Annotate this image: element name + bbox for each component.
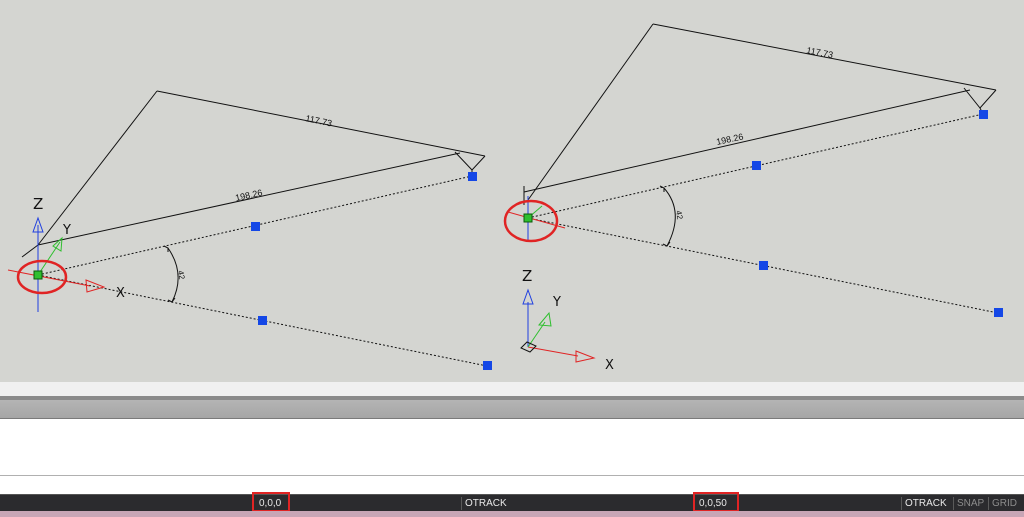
right-arc-arrow-bottom xyxy=(662,241,671,247)
left-extension-line xyxy=(21,244,39,258)
right-grip-end-upper[interactable] xyxy=(979,110,988,119)
right-dim-short-text: 117.73 xyxy=(806,45,834,60)
left-grip-end-lower[interactable] xyxy=(483,361,492,370)
left-y-axis-line xyxy=(37,241,61,276)
left-edge-line[interactable] xyxy=(37,90,158,246)
drawing-viewport[interactable]: 198.26 117.73 42 Z Y X 198.26 117.73 42 … xyxy=(0,0,1024,382)
right-z-arrow-icon xyxy=(522,288,534,305)
right-grip-end-lower[interactable] xyxy=(994,308,1003,317)
left-arc-arrow-top xyxy=(163,245,169,252)
snap-toggle[interactable]: SNAP xyxy=(957,495,984,512)
right-x-label: X xyxy=(605,358,614,373)
left-z-label: Z xyxy=(33,195,43,213)
drawing-canvas[interactable]: 198.26 117.73 42 Z Y X 198.26 117.73 42 … xyxy=(0,0,1024,382)
left-grip-mid-lower[interactable] xyxy=(258,316,267,325)
right-dim-arrow xyxy=(963,87,997,109)
otrack-toggle-right[interactable]: OTRACK xyxy=(905,495,947,512)
right-edge-line[interactable] xyxy=(527,23,654,201)
left-x-label: X xyxy=(116,286,125,301)
right-dimension-long-line[interactable] xyxy=(523,89,971,193)
right-y-label: Y xyxy=(552,295,561,310)
status-divider xyxy=(901,497,902,510)
status-divider xyxy=(953,497,954,510)
window-bottom-edge xyxy=(0,511,1024,517)
left-grip-end-upper[interactable] xyxy=(468,172,477,181)
right-origin-marker xyxy=(503,196,566,243)
command-history-area[interactable] xyxy=(0,419,1024,476)
right-y-arrow-icon xyxy=(538,311,552,327)
right-grip-mid-upper[interactable] xyxy=(752,161,761,170)
right-x-axis-line xyxy=(527,346,579,357)
right-z-label: Z xyxy=(522,267,532,285)
right-angle-arc xyxy=(663,187,676,247)
right-origin-point[interactable] xyxy=(523,213,533,223)
right-x-arrow-icon xyxy=(575,350,596,363)
left-grip-mid-upper[interactable] xyxy=(251,222,260,231)
cad-window: 198.26 117.73 42 Z Y X 198.26 117.73 42 … xyxy=(0,0,1024,517)
right-drawing: 198.26 117.73 42 Z Y X xyxy=(503,23,1003,373)
right-arc-arrow-top xyxy=(659,185,665,192)
left-dim-short-text: 117.73 xyxy=(305,113,333,128)
right-grip-mid-lower[interactable] xyxy=(759,261,768,270)
command-line-header[interactable] xyxy=(0,396,1024,419)
status-bar: 0,0,0 OTRACK 0,0,50 OTRACK SNAP GRID xyxy=(0,492,1024,512)
status-divider xyxy=(988,497,989,510)
left-angle-arc xyxy=(167,247,179,303)
right-angle-text: 42 xyxy=(674,210,685,221)
left-origin-point[interactable] xyxy=(33,270,43,280)
left-drawing: 198.26 117.73 42 Z Y X xyxy=(7,90,492,370)
command-input-line[interactable] xyxy=(0,476,1024,494)
left-angle-text: 42 xyxy=(176,270,187,281)
left-y-label: Y xyxy=(62,223,71,238)
status-divider xyxy=(461,497,462,510)
coord-right-highlight xyxy=(693,492,739,512)
otrack-toggle-left[interactable]: OTRACK xyxy=(465,495,507,512)
grid-toggle[interactable]: GRID xyxy=(992,495,1017,512)
right-ucs-icon: Z Y X xyxy=(520,267,614,373)
coord-left-highlight xyxy=(252,492,290,512)
left-dim-long-text: 198.26 xyxy=(234,187,263,203)
viewport-separator xyxy=(0,382,1024,396)
left-ucs-icon: Z Y X xyxy=(7,195,125,312)
